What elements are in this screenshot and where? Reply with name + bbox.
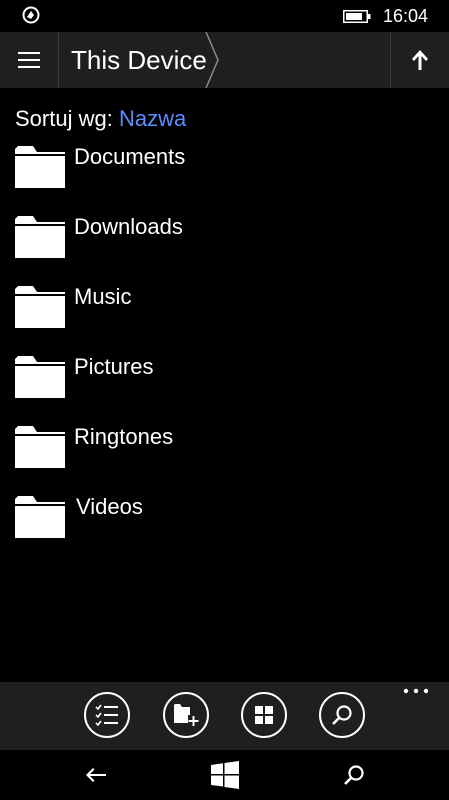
folder-icon <box>15 496 65 538</box>
arrow-up-icon <box>412 50 428 70</box>
select-button[interactable] <box>84 692 130 738</box>
folder-name: Ringtones <box>74 424 174 449</box>
list-item[interactable]: Videos <box>0 490 449 560</box>
search-button[interactable] <box>319 692 365 738</box>
sort-value[interactable]: Nazwa <box>119 106 186 131</box>
up-folder-button[interactable] <box>391 32 449 88</box>
folder-icon <box>15 146 65 188</box>
breadcrumb-this-device[interactable]: This Device <box>71 32 207 88</box>
folder-icon <box>15 286 65 328</box>
navigation-bar <box>0 750 449 800</box>
screen: 16:04 This Device Sortuj wg: Nazwa Docum… <box>0 0 449 800</box>
new-folder-button[interactable] <box>163 692 209 738</box>
folder-icon <box>15 216 65 258</box>
view-mode-button[interactable] <box>241 692 287 738</box>
select-list-icon <box>95 704 118 727</box>
folder-icon <box>15 426 65 468</box>
folder-name: Downloads <box>74 214 183 239</box>
sort-selector[interactable]: Sortuj wg: Nazwa <box>15 104 186 134</box>
new-folder-icon <box>174 704 199 726</box>
search-icon <box>344 765 364 785</box>
list-item[interactable]: Music <box>0 280 449 350</box>
battery-icon <box>343 10 371 23</box>
notification-app-icon <box>22 6 40 24</box>
sort-label: Sortuj wg: <box>15 106 113 131</box>
breadcrumb-chevron-icon <box>205 32 219 88</box>
list-item[interactable]: Ringtones <box>0 420 449 490</box>
back-button[interactable] <box>66 750 126 800</box>
nav-search-button[interactable] <box>324 750 384 800</box>
menu-button[interactable] <box>0 32 58 88</box>
more-ellipsis-icon <box>403 688 429 694</box>
more-button[interactable] <box>396 688 436 708</box>
hamburger-menu-icon <box>18 52 40 68</box>
start-button[interactable] <box>195 750 255 800</box>
status-bar: 16:04 <box>0 0 449 32</box>
list-item[interactable]: Pictures <box>0 350 449 420</box>
back-arrow-icon <box>86 768 106 782</box>
header-divider <box>58 32 59 88</box>
search-icon <box>332 705 352 725</box>
tiles-view-icon <box>255 706 273 724</box>
folder-icon <box>15 356 65 398</box>
folder-name: Videos <box>76 494 143 519</box>
folder-name: Music <box>74 284 132 309</box>
header-bar: This Device <box>0 32 449 88</box>
windows-start-icon <box>211 761 239 789</box>
list-item[interactable]: Documents <box>0 140 449 210</box>
folder-name: Pictures <box>74 354 154 379</box>
folder-name: Documents <box>74 144 186 169</box>
status-time: 16:04 <box>383 6 429 26</box>
app-bar <box>0 682 449 750</box>
list-item[interactable]: Downloads <box>0 210 449 280</box>
